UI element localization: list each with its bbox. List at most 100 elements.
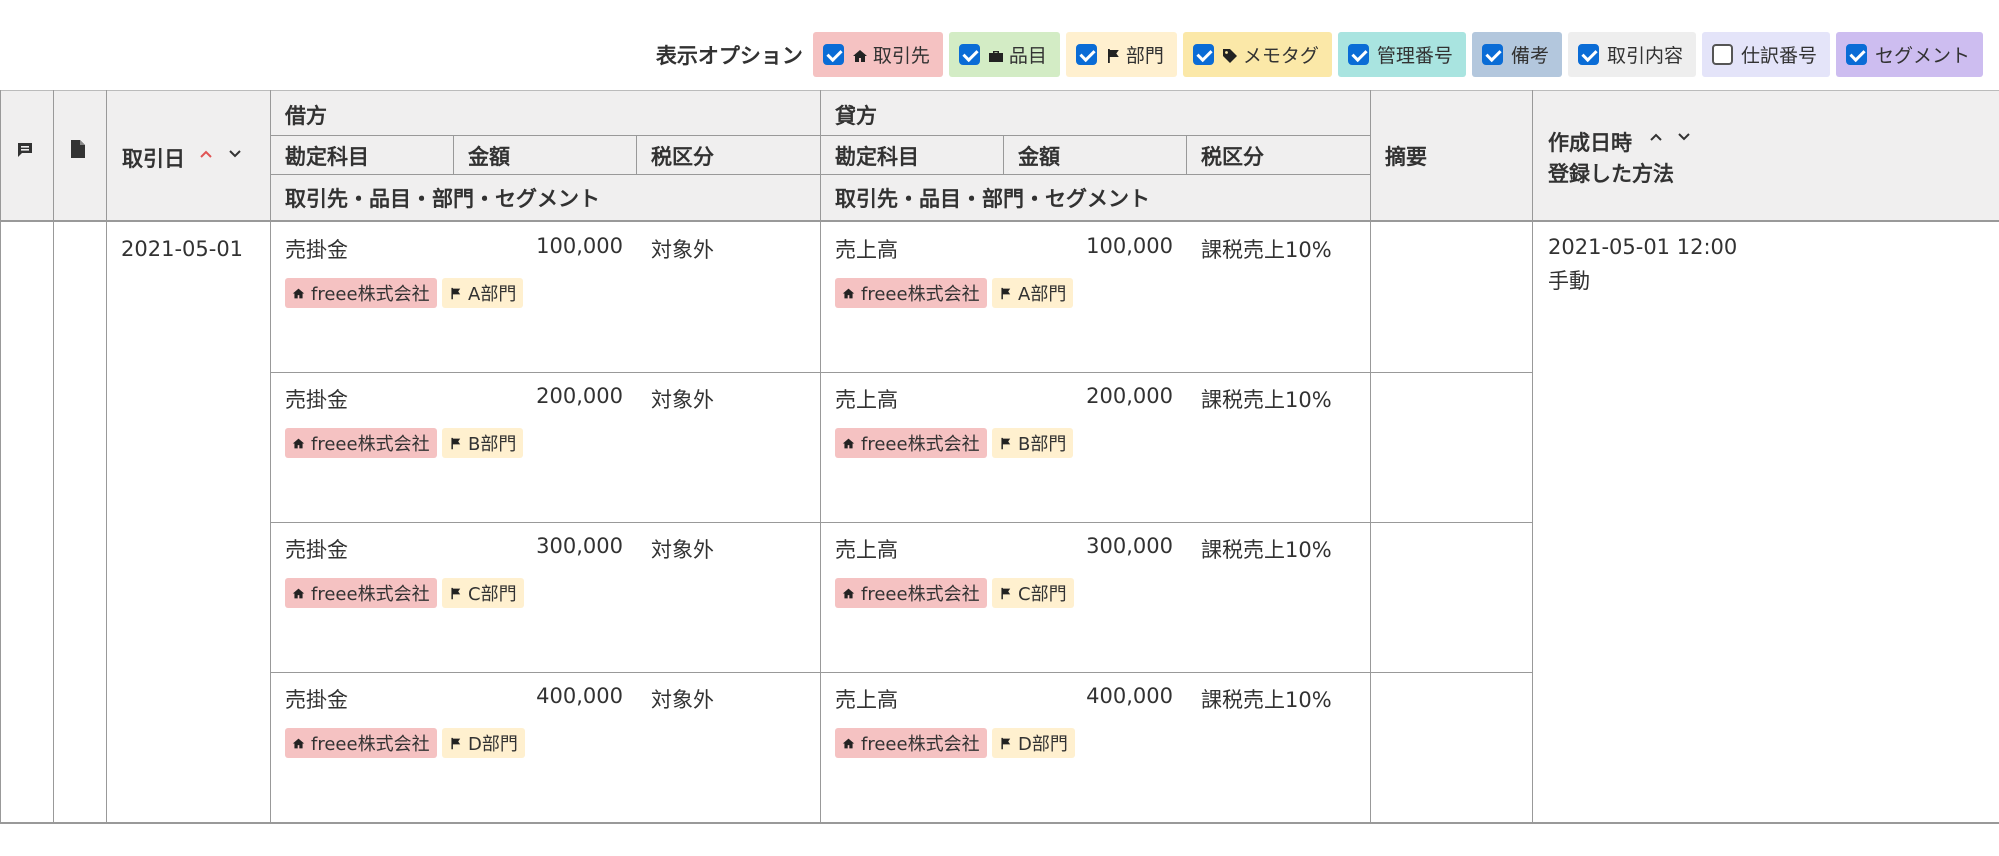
option-checkbox[interactable]: [958, 44, 980, 65]
home-icon: [842, 438, 855, 448]
credit-amount: 300,000: [1086, 534, 1173, 558]
partner-label: freee株式会社: [311, 434, 430, 455]
debit-tax: 対象外: [651, 688, 714, 712]
option-2[interactable]: 品目: [948, 32, 1060, 77]
option-checkbox[interactable]: [1192, 44, 1214, 65]
credit-account-header: 勘定科目: [835, 145, 919, 169]
partner-label: freee株式会社: [861, 584, 980, 605]
home-icon: [842, 738, 855, 748]
debit-tags-header: 取引先・品目・部門・セグメント: [285, 187, 600, 211]
flag-icon: [1001, 737, 1011, 749]
credit-tax: 課税売上10%: [1201, 238, 1332, 262]
debit-account: 売掛金: [285, 388, 348, 412]
option-3[interactable]: 部門: [1065, 32, 1177, 77]
debit-amount: 100,000: [536, 234, 623, 258]
dept-label: A部門: [468, 284, 517, 305]
option-checkbox[interactable]: [1845, 44, 1867, 65]
credit-header: 貸方: [835, 104, 877, 128]
flag-icon: [451, 587, 461, 599]
option-label: 備考: [1510, 45, 1549, 67]
credit-account: 売上高: [835, 538, 898, 562]
option-checkbox[interactable]: [1075, 44, 1097, 65]
credit-partner-tag[interactable]: freee株式会社: [835, 428, 987, 458]
credit-account: 売上高: [835, 238, 898, 262]
option-7[interactable]: 取引内容: [1567, 32, 1696, 77]
option-checkbox[interactable]: [1481, 44, 1503, 65]
debit-dept-tag[interactable]: C部門: [442, 578, 524, 608]
flag-icon: [451, 737, 461, 749]
home-icon: [292, 438, 305, 448]
debit-partner-tag[interactable]: freee株式会社: [285, 728, 437, 758]
summary-header: 摘要: [1385, 145, 1427, 169]
credit-tags-header: 取引先・品目・部門・セグメント: [835, 187, 1150, 211]
credit-amount-header: 金額: [1018, 145, 1060, 169]
debit-dept-tag[interactable]: B部門: [442, 428, 524, 458]
debit-tax: 対象外: [651, 238, 714, 262]
dept-label: B部門: [468, 434, 517, 455]
home-icon: [842, 588, 855, 598]
option-checkbox[interactable]: [1577, 44, 1599, 65]
debit-header: 借方: [285, 104, 327, 128]
option-label: 部門: [1125, 45, 1164, 67]
credit-dept-tag[interactable]: C部門: [992, 578, 1074, 608]
credit-tax: 課税売上10%: [1201, 688, 1332, 712]
debit-partner-tag[interactable]: freee株式会社: [285, 428, 437, 458]
option-label: 取引先: [872, 45, 930, 67]
option-1[interactable]: 取引先: [812, 32, 943, 77]
option-checkbox[interactable]: [822, 44, 844, 65]
display-options-list: 取引先 品目 部門 メモタグ 管理番号 備考 取引内容 仕訳番号 セグメント: [812, 32, 1983, 77]
entry-method: 手動: [1548, 269, 1590, 293]
option-label: 取引内容: [1606, 45, 1683, 67]
dept-label: D部門: [468, 734, 518, 755]
date-sort-asc-icon[interactable]: [199, 142, 213, 167]
home-icon: [852, 47, 868, 63]
credit-dept-tag[interactable]: B部門: [992, 428, 1074, 458]
credit-partner-tag[interactable]: freee株式会社: [835, 578, 987, 608]
option-checkbox[interactable]: [1347, 44, 1369, 65]
option-5[interactable]: 管理番号: [1337, 32, 1466, 77]
flag-icon: [1001, 287, 1011, 299]
created-header[interactable]: 作成日時: [1548, 127, 1632, 157]
option-9[interactable]: セグメント: [1835, 32, 1983, 77]
created-sort-asc-icon[interactable]: [1649, 125, 1663, 150]
home-icon: [292, 588, 305, 598]
credit-account: 売上高: [835, 388, 898, 412]
credit-partner-tag[interactable]: freee株式会社: [835, 278, 987, 308]
option-8[interactable]: 仕訳番号: [1701, 32, 1830, 77]
comment-icon[interactable]: [16, 140, 34, 165]
option-label: セグメント: [1874, 45, 1970, 67]
option-6[interactable]: 備考: [1471, 32, 1562, 77]
partner-label: freee株式会社: [311, 584, 430, 605]
option-label: メモタグ: [1242, 45, 1319, 67]
method-header: 登録した方法: [1548, 162, 1674, 186]
debit-partner-tag[interactable]: freee株式会社: [285, 278, 437, 308]
credit-amount: 200,000: [1086, 384, 1173, 408]
debit-tax: 対象外: [651, 388, 714, 412]
home-icon: [292, 738, 305, 748]
date-column-header[interactable]: 取引日: [122, 143, 185, 173]
created-sort-desc-icon[interactable]: [1677, 125, 1691, 150]
option-checkbox[interactable]: [1711, 44, 1733, 65]
debit-partner-tag[interactable]: freee株式会社: [285, 578, 437, 608]
document-icon[interactable]: [70, 139, 86, 165]
debit-dept-tag[interactable]: A部門: [442, 278, 524, 308]
credit-dept-tag[interactable]: A部門: [992, 278, 1074, 308]
credit-partner-tag[interactable]: freee株式会社: [835, 728, 987, 758]
credit-tax: 課税売上10%: [1201, 388, 1332, 412]
flag-icon: [1105, 47, 1121, 63]
dept-label: C部門: [468, 584, 517, 605]
entry-date: 2021-05-01: [121, 237, 244, 261]
option-4[interactable]: メモタグ: [1182, 32, 1332, 77]
display-options: 表示オプション 取引先 品目 部門 メモタグ 管理番号 備考 取引内容 仕訳番号 セグメント: [656, 32, 1983, 77]
credit-amount: 100,000: [1086, 234, 1173, 258]
debit-dept-tag[interactable]: D部門: [442, 728, 525, 758]
debit-amount: 200,000: [536, 384, 623, 408]
debit-account: 売掛金: [285, 688, 348, 712]
tag-icon: [1222, 47, 1238, 63]
date-sort-desc-icon[interactable]: [228, 142, 242, 167]
debit-account-header: 勘定科目: [285, 145, 369, 169]
credit-dept-tag[interactable]: D部門: [992, 728, 1075, 758]
option-label: 仕訳番号: [1740, 45, 1817, 67]
partner-label: freee株式会社: [311, 734, 430, 755]
debit-amount: 400,000: [536, 684, 623, 708]
